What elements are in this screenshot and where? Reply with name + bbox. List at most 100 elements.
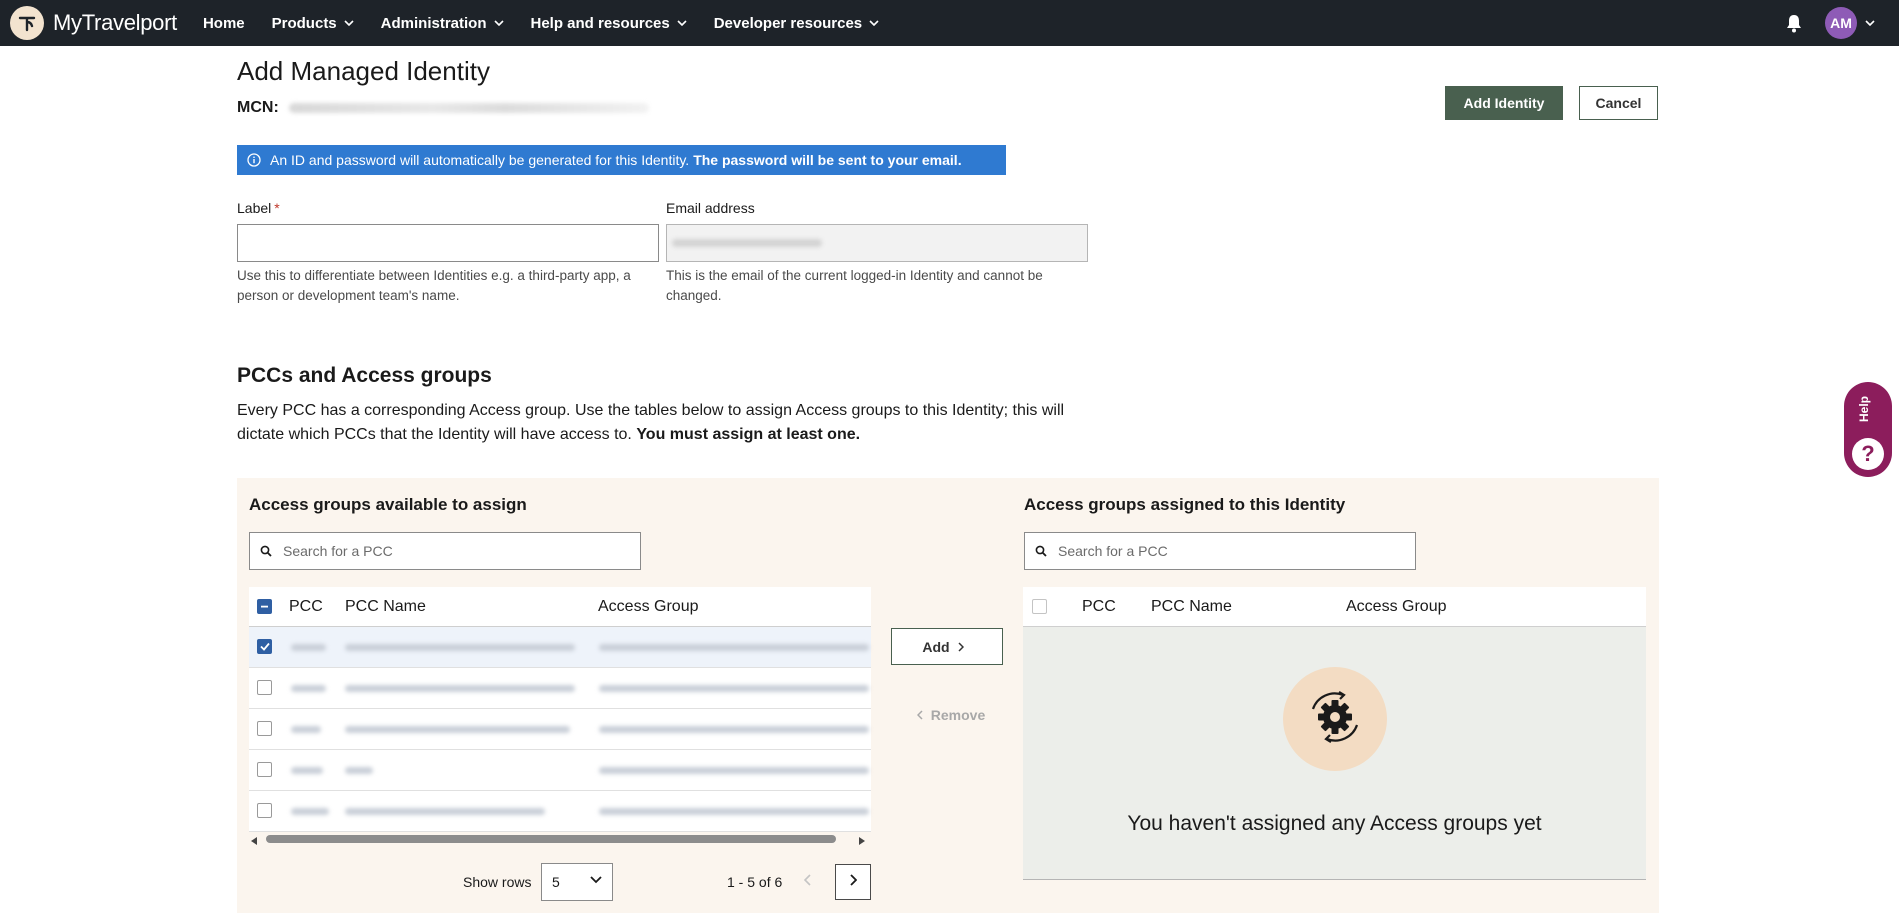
assigned-search-box[interactable] xyxy=(1024,532,1416,570)
scroll-left-arrow-icon[interactable] xyxy=(250,833,258,851)
select-all-checkbox[interactable] xyxy=(257,599,272,614)
required-marker: * xyxy=(274,200,280,216)
previous-page-button[interactable] xyxy=(790,864,826,900)
redacted-pcc xyxy=(291,685,326,692)
brand-name: MyTravelport xyxy=(53,10,177,35)
nav-help-label: Help and resources xyxy=(530,14,670,32)
redacted-access-group xyxy=(599,726,869,733)
user-avatar[interactable]: AM xyxy=(1825,7,1857,39)
row-checkbox[interactable] xyxy=(257,721,272,736)
next-page-button[interactable] xyxy=(835,864,871,900)
nav-developer-label: Developer resources xyxy=(713,14,863,32)
info-banner: An ID and password will automatically be… xyxy=(237,145,1006,175)
mcn-value-redacted xyxy=(288,103,649,113)
chevron-left-icon xyxy=(916,709,923,720)
column-header-access-group[interactable]: Access Group xyxy=(598,598,698,616)
table-row[interactable] xyxy=(249,668,871,709)
info-text: An ID and password will automatically be… xyxy=(270,152,690,168)
chevron-left-icon xyxy=(803,873,812,891)
empty-state-text: You haven't assigned any Access groups y… xyxy=(1127,812,1542,835)
assigned-table: PCC PCC Name Access Group xyxy=(1023,587,1646,627)
table-row[interactable] xyxy=(249,791,871,832)
table-row[interactable] xyxy=(249,750,871,791)
nav-home[interactable]: Home xyxy=(203,15,245,32)
search-icon xyxy=(260,545,272,557)
assigned-search-input[interactable] xyxy=(1058,543,1398,559)
available-search-box[interactable] xyxy=(249,532,641,570)
chevron-down-icon xyxy=(493,20,504,26)
cancel-button[interactable]: Cancel xyxy=(1579,86,1658,120)
available-table-header: PCC PCC Name Access Group xyxy=(249,587,871,627)
assigned-groups-title: Access groups assigned to this Identity xyxy=(1024,495,1346,514)
chevron-right-icon xyxy=(958,641,964,652)
email-value-redacted xyxy=(672,239,822,247)
remove-button-label: Remove xyxy=(930,706,986,723)
row-checkbox[interactable] xyxy=(257,762,272,777)
travelport-logo-icon xyxy=(10,6,44,40)
nav-administration-label: Administration xyxy=(380,14,487,32)
pagination-info: 1 - 5 of 6 xyxy=(727,874,783,890)
redacted-pcc-name xyxy=(345,767,373,774)
select-all-checkbox[interactable] xyxy=(1032,599,1047,614)
column-header-access-group[interactable]: Access Group xyxy=(1346,598,1446,616)
label-input[interactable] xyxy=(237,224,659,262)
chevron-down-icon xyxy=(590,876,602,884)
table-row[interactable] xyxy=(249,709,871,750)
help-tab[interactable]: Help ? xyxy=(1844,382,1892,477)
notification-bell-icon[interactable] xyxy=(1785,13,1803,33)
redacted-pcc xyxy=(291,767,323,774)
pcc-section-title: PCCs and Access groups xyxy=(237,364,492,387)
add-identity-button[interactable]: Add Identity xyxy=(1445,86,1563,120)
nav-administration[interactable]: Administration xyxy=(381,15,504,32)
assigned-empty-state: You haven't assigned any Access groups y… xyxy=(1023,627,1646,879)
email-field-label: Email address xyxy=(666,200,755,216)
show-rows-label: Show rows xyxy=(463,874,532,890)
redacted-access-group xyxy=(599,808,869,815)
redacted-access-group xyxy=(599,685,869,692)
add-button[interactable]: Add xyxy=(891,628,1003,665)
help-tab-label: Help xyxy=(1857,395,1871,422)
column-header-pcc-name[interactable]: PCC Name xyxy=(345,598,426,616)
pcc-description-bold: You must assign at least one. xyxy=(636,426,861,443)
horizontal-scrollbar[interactable] xyxy=(248,831,870,845)
nav-products[interactable]: Products xyxy=(272,15,354,32)
gear-sync-icon xyxy=(1305,687,1365,752)
nav-developer-resources[interactable]: Developer resources xyxy=(714,15,879,32)
chevron-right-icon xyxy=(849,873,858,891)
available-table: PCC PCC Name Access Group xyxy=(249,587,871,832)
page-title: Add Managed Identity xyxy=(237,56,490,86)
chevron-down-icon[interactable] xyxy=(1865,20,1875,26)
row-checkbox[interactable] xyxy=(257,639,272,654)
column-header-pcc[interactable]: PCC xyxy=(289,598,323,616)
redacted-pcc-name xyxy=(345,685,575,692)
redacted-pcc xyxy=(291,808,329,815)
nav-help-and-resources[interactable]: Help and resources xyxy=(531,15,687,32)
question-mark-icon: ? xyxy=(1852,438,1884,470)
add-button-label: Add xyxy=(922,638,950,655)
chevron-down-icon xyxy=(677,20,687,26)
column-header-pcc[interactable]: PCC xyxy=(1082,598,1116,616)
remove-button[interactable]: Remove xyxy=(891,696,1003,733)
row-checkbox[interactable] xyxy=(257,803,272,818)
pcc-section-description: Every PCC has a corresponding Access gro… xyxy=(237,399,1097,447)
chevron-down-icon xyxy=(869,20,879,26)
redacted-pcc-name xyxy=(345,644,575,651)
assigned-divider xyxy=(1023,879,1646,880)
label-field-text: Label xyxy=(237,200,272,216)
redacted-access-group xyxy=(599,644,869,651)
show-rows-value: 5 xyxy=(552,874,560,890)
available-search-input[interactable] xyxy=(283,543,623,559)
available-groups-title: Access groups available to assign xyxy=(249,495,527,514)
search-icon xyxy=(1035,545,1047,557)
scroll-right-arrow-icon[interactable] xyxy=(858,833,866,851)
brand[interactable]: MyTravelport xyxy=(10,6,177,40)
table-row[interactable] xyxy=(249,627,871,668)
show-rows-select[interactable]: 5 xyxy=(541,863,613,901)
nav-products-label: Products xyxy=(271,14,337,32)
column-header-pcc-name[interactable]: PCC Name xyxy=(1151,598,1232,616)
scrollbar-thumb[interactable] xyxy=(266,835,836,843)
redacted-pcc-name xyxy=(345,808,545,815)
top-navigation: MyTravelport Home Products Administratio… xyxy=(0,0,1899,46)
row-checkbox[interactable] xyxy=(257,680,272,695)
mcn-label: MCN: xyxy=(237,99,279,116)
